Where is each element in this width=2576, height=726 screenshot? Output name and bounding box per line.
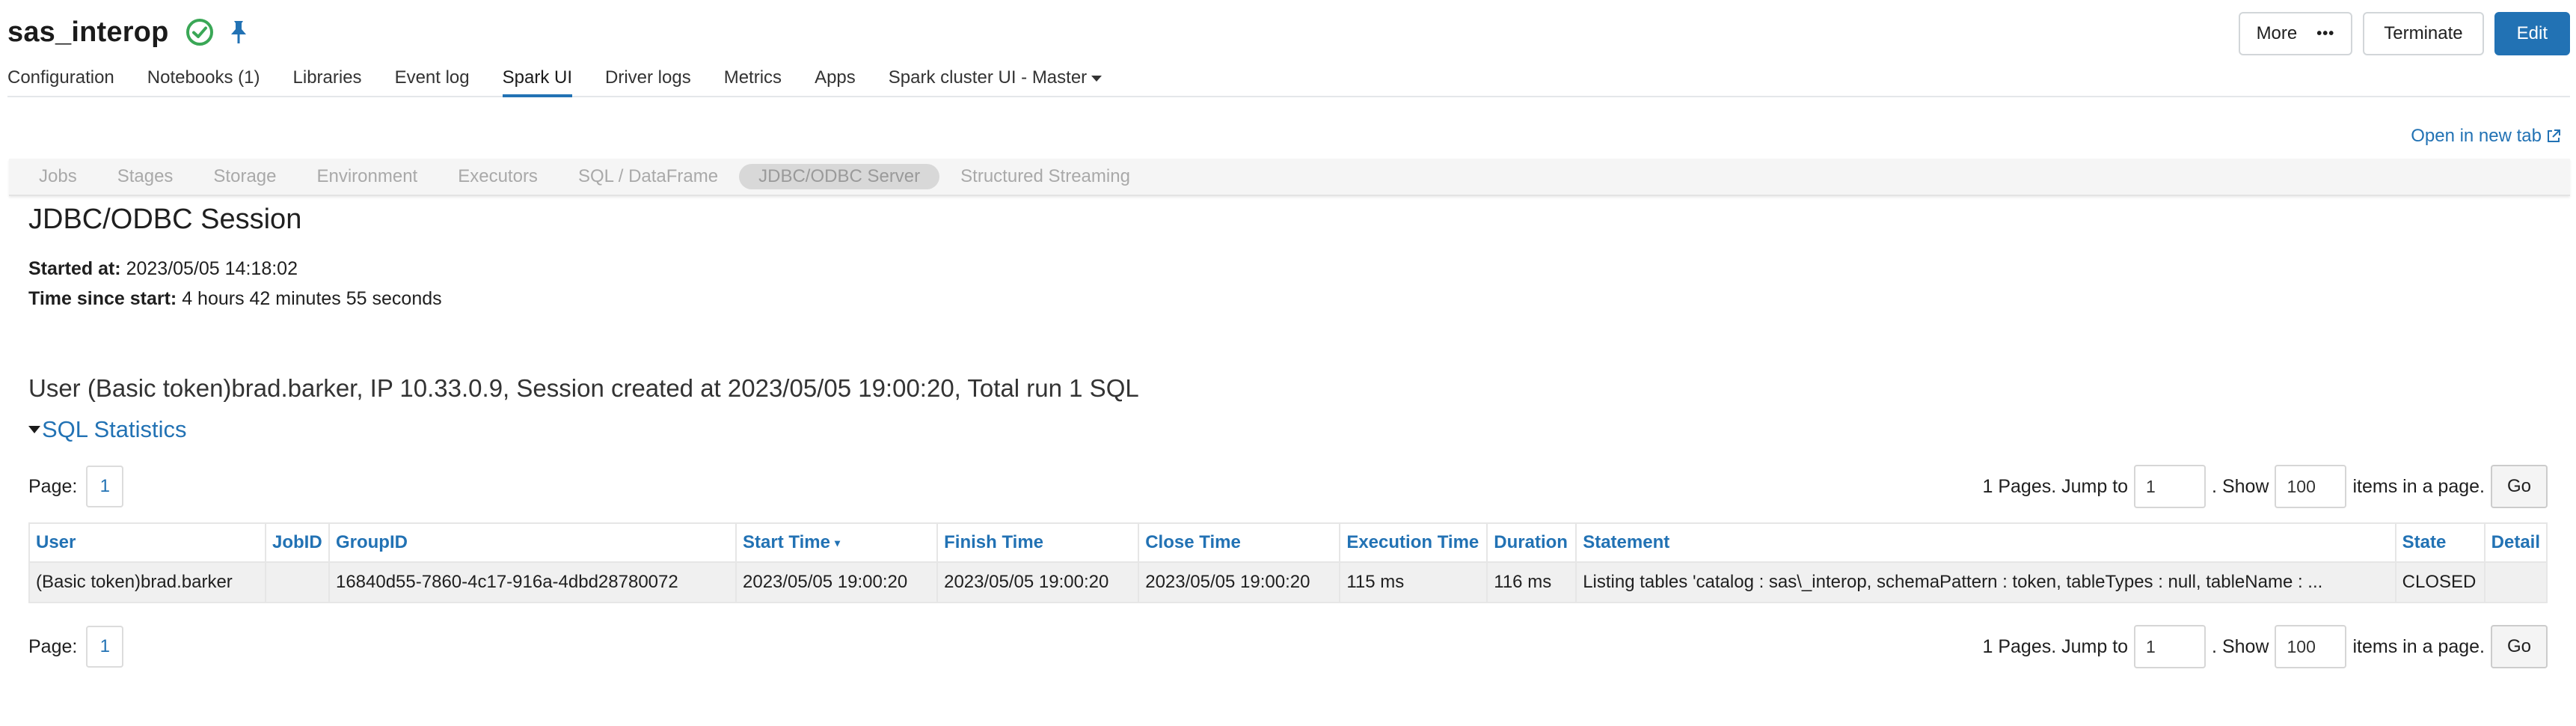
page-number-button[interactable]: 1 bbox=[86, 466, 124, 507]
session-summary: User (Basic token)brad.barker, IP 10.33.… bbox=[28, 374, 1139, 402]
column-header-statement[interactable]: Statement bbox=[1575, 522, 2396, 563]
time-since-start-value: 4 hours 42 minutes 55 seconds bbox=[182, 288, 442, 309]
session-title: JDBC/ODBC Session bbox=[28, 204, 302, 235]
go-button-bottom[interactable]: Go bbox=[2490, 625, 2548, 668]
cell-start-time: 2023/05/05 19:00:20 bbox=[735, 561, 939, 603]
chevron-down-icon bbox=[1091, 75, 1103, 82]
sql-statistics-table: User JobID GroupID Start Time ▾ Finish Ti… bbox=[28, 522, 2548, 603]
spark-tab-executors[interactable]: Executors bbox=[458, 166, 538, 187]
cell-statement: Listing tables 'catalog : sas\_interop, … bbox=[1575, 561, 2396, 603]
session-meta: Started at: 2023/05/05 14:18:02 Time sin… bbox=[28, 254, 2548, 314]
go-button[interactable]: Go bbox=[2490, 465, 2548, 508]
tab-spark-cluster-ui[interactable]: Spark cluster UI - Master bbox=[888, 58, 1103, 96]
column-header-start-time[interactable]: Start Time ▾ bbox=[735, 522, 939, 563]
table-row: (Basic token)brad.barker 16840d55-7860-4… bbox=[28, 561, 2548, 603]
tab-notebooks[interactable]: Notebooks (1) bbox=[147, 58, 260, 96]
column-header-duration[interactable]: Duration bbox=[1486, 522, 1577, 563]
items-text: items in a page. bbox=[2352, 475, 2485, 497]
page-title: sas_interop bbox=[7, 16, 169, 48]
sort-desc-icon: ▾ bbox=[834, 537, 840, 549]
pages-jump-text-bottom: 1 Pages. Jump to bbox=[1982, 635, 2129, 657]
started-at-value: 2023/05/05 14:18:02 bbox=[126, 258, 298, 279]
page-label: Page: bbox=[28, 475, 78, 497]
started-at-label: Started at: bbox=[28, 258, 121, 279]
edit-button[interactable]: Edit bbox=[2494, 12, 2570, 55]
column-header-user[interactable]: User bbox=[28, 522, 266, 563]
pager-controls: 1 Pages. Jump to . Show items in a page.… bbox=[1982, 465, 2548, 508]
sql-statistics-toggle[interactable]: SQL Statistics bbox=[28, 416, 187, 443]
column-header-state[interactable]: State bbox=[2394, 522, 2485, 563]
more-label: More bbox=[2256, 23, 2298, 43]
items-text-bottom: items in a page. bbox=[2352, 635, 2485, 657]
tab-configuration[interactable]: Configuration bbox=[7, 58, 114, 96]
terminate-button[interactable]: Terminate bbox=[2363, 12, 2484, 55]
cell-jobid bbox=[264, 561, 330, 603]
spark-tab-streaming[interactable]: Structured Streaming bbox=[960, 166, 1130, 187]
header-actions: More ••• Terminate Edit bbox=[2238, 12, 2570, 55]
open-in-new-tab-label: Open in new tab bbox=[2411, 126, 2542, 146]
page-size-input-bottom[interactable] bbox=[2275, 625, 2347, 668]
tab-libraries[interactable]: Libraries bbox=[293, 58, 362, 96]
cluster-tabs: Configuration Notebooks (1) Libraries Ev… bbox=[7, 58, 2570, 97]
spark-tab-sql[interactable]: SQL / DataFrame bbox=[578, 166, 718, 187]
cell-state: CLOSED bbox=[2394, 561, 2485, 603]
more-button[interactable]: More ••• bbox=[2238, 12, 2353, 55]
open-in-new-tab-link[interactable]: Open in new tab bbox=[2411, 126, 2561, 147]
spark-tab-storage[interactable]: Storage bbox=[213, 166, 276, 187]
title-row: sas_interop bbox=[7, 9, 250, 55]
tab-apps[interactable]: Apps bbox=[815, 58, 856, 96]
pager-bottom: Page: 1 1 Pages. Jump to . Show items in… bbox=[28, 624, 2548, 669]
spark-tab-jobs[interactable]: Jobs bbox=[39, 166, 77, 187]
column-header-close-time[interactable]: Close Time bbox=[1138, 522, 1341, 563]
spark-tab-environment[interactable]: Environment bbox=[316, 166, 417, 187]
page-number-button-bottom[interactable]: 1 bbox=[86, 626, 124, 668]
expand-triangle-icon bbox=[28, 426, 40, 433]
spark-tab-stages[interactable]: Stages bbox=[117, 166, 174, 187]
session-content: JDBC/ODBC Session Started at: 2023/05/05… bbox=[28, 204, 2548, 668]
cell-close-time: 2023/05/05 19:00:20 bbox=[1138, 561, 1341, 603]
check-circle-icon bbox=[185, 19, 213, 46]
tab-spark-ui[interactable]: Spark UI bbox=[502, 58, 573, 97]
tab-driver-logs[interactable]: Driver logs bbox=[605, 58, 691, 96]
jump-to-page-input[interactable] bbox=[2134, 465, 2207, 508]
tab-metrics[interactable]: Metrics bbox=[724, 58, 782, 96]
cell-detail[interactable] bbox=[2483, 561, 2548, 603]
cell-user: (Basic token)brad.barker bbox=[28, 561, 266, 603]
pager-controls-bottom: 1 Pages. Jump to . Show items in a page.… bbox=[1982, 625, 2548, 668]
jump-to-page-input-bottom[interactable] bbox=[2134, 625, 2207, 668]
pin-icon[interactable] bbox=[227, 19, 250, 45]
cell-execution-time: 115 ms bbox=[1339, 561, 1488, 603]
spark-cluster-ui-label: Spark cluster UI - Master bbox=[888, 67, 1088, 88]
time-since-start-label: Time since start: bbox=[28, 288, 177, 309]
table-header-row: User JobID GroupID Start Time ▾ Finish Ti… bbox=[28, 522, 2548, 563]
sql-statistics-label: SQL Statistics bbox=[42, 416, 187, 442]
column-header-execution-time[interactable]: Execution Time bbox=[1339, 522, 1488, 563]
start-time-label: Start Time bbox=[743, 532, 830, 552]
started-at-row: Started at: 2023/05/05 14:18:02 bbox=[28, 254, 2548, 284]
show-text: . Show bbox=[2212, 475, 2269, 497]
column-header-groupid[interactable]: GroupID bbox=[328, 522, 737, 563]
column-header-jobid[interactable]: JobID bbox=[264, 522, 330, 563]
more-dots-icon: ••• bbox=[2316, 25, 2335, 42]
column-header-detail[interactable]: Detail bbox=[2483, 522, 2548, 563]
external-link-icon bbox=[2548, 129, 2560, 142]
page-size-input[interactable] bbox=[2275, 465, 2347, 508]
cell-groupid: 16840d55-7860-4c17-916a-4dbd28780072 bbox=[328, 561, 737, 603]
time-since-start-row: Time since start: 4 hours 42 minutes 55 … bbox=[28, 284, 2548, 314]
tab-event-log[interactable]: Event log bbox=[395, 58, 470, 96]
cell-duration: 116 ms bbox=[1486, 561, 1577, 603]
pager-top: Page: 1 1 Pages. Jump to . Show items in… bbox=[28, 464, 2548, 509]
page-label-bottom: Page: bbox=[28, 635, 78, 657]
column-header-finish-time[interactable]: Finish Time bbox=[936, 522, 1140, 563]
show-text-bottom: . Show bbox=[2212, 635, 2269, 657]
spark-ui-navbar: Jobs Stages Storage Environment Executor… bbox=[9, 159, 2570, 196]
spark-tab-jdbc-odbc[interactable]: JDBC/ODBC Server bbox=[739, 164, 940, 189]
cell-finish-time: 2023/05/05 19:00:20 bbox=[936, 561, 1140, 603]
pages-jump-text: 1 Pages. Jump to bbox=[1982, 475, 2129, 497]
